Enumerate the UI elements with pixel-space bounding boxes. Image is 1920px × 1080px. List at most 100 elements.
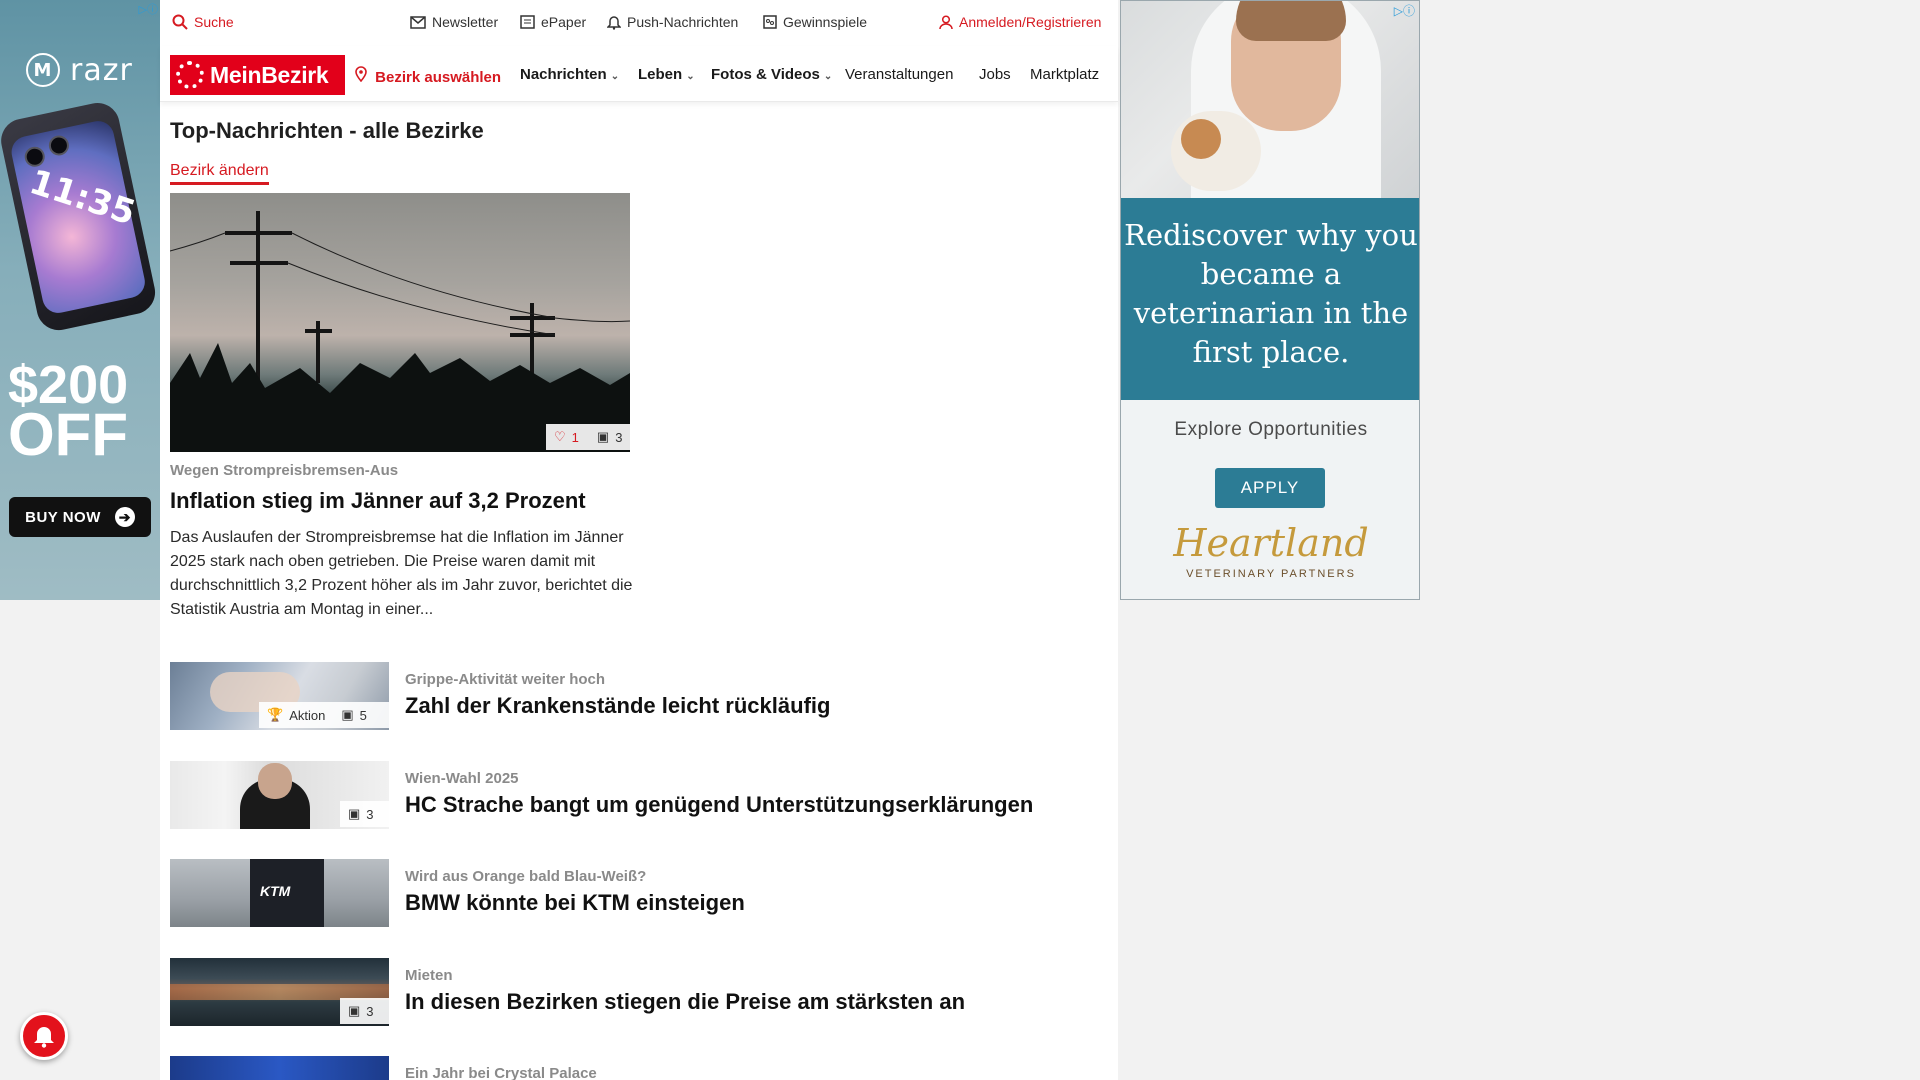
chevron-down-icon: ⌄ xyxy=(823,71,833,82)
hero-image[interactable]: ♡ 1 ▣ 3 xyxy=(170,193,630,452)
ad-brand-sub: VETERINARY PARTNERS xyxy=(1186,568,1356,580)
mail-icon xyxy=(410,15,426,29)
search-link[interactable]: Suche xyxy=(172,14,234,30)
article-kicker: Mieten xyxy=(405,967,453,984)
user-icon xyxy=(939,14,953,30)
push-label: Push-Nachrichten xyxy=(627,14,739,30)
buy-now-button[interactable]: BUY NOW ➔ xyxy=(9,497,151,537)
article-kicker: Grippe-Aktivität weiter hoch xyxy=(405,671,606,688)
top-utility-bar: Suche Newsletter ePaper Push-Nachrichten xyxy=(160,0,1118,46)
left-ad[interactable]: ▷ⓘ M razr 11:35 $200 OFF BUY NOW ➔ xyxy=(0,0,160,600)
trophy-icon: 🏆 xyxy=(267,707,284,722)
article-title[interactable]: Zahl der Krankenstände leicht rückläufig xyxy=(405,693,830,719)
gewinnspiele-label: Gewinnspiele xyxy=(783,14,868,30)
hero-photo-count: 3 xyxy=(615,429,623,445)
newsletter-label: Newsletter xyxy=(432,14,499,30)
list-item[interactable]: Ein Jahr bei Crystal Palace xyxy=(170,1056,1110,1080)
nav-fotos-videos-label: Fotos & Videos xyxy=(711,66,820,83)
buy-now-label: BUY NOW xyxy=(25,508,101,526)
logo-sun-icon xyxy=(176,61,204,89)
push-link[interactable]: Push-Nachrichten xyxy=(607,14,738,30)
ad-photo xyxy=(1121,1,1419,198)
article-badge-label: Aktion xyxy=(289,707,326,723)
gallery-icon: ▣ xyxy=(348,806,361,821)
ad-headline: Rediscover why you became a veterinarian… xyxy=(1121,198,1419,400)
nav-jobs[interactable]: Jobs xyxy=(979,66,1011,83)
bezirk-selector[interactable]: Bezirk auswählen xyxy=(355,66,501,86)
thumb-ktm-text: KTM xyxy=(260,883,291,899)
article-thumbnail[interactable]: ▣ 3 xyxy=(170,761,389,829)
bell-icon xyxy=(33,1024,55,1048)
list-item[interactable]: KTM Wird aus Orange bald Blau-Weiß? BMW … xyxy=(170,859,1110,927)
epaper-link[interactable]: ePaper xyxy=(520,14,586,30)
article-photo-count: 3 xyxy=(366,1003,374,1019)
hero-title[interactable]: Inflation stieg im Jänner auf 3,2 Prozen… xyxy=(170,488,586,514)
adchoices-icon[interactable]: ▷ⓘ xyxy=(128,1,158,16)
login-label: Anmelden/Registrieren xyxy=(959,14,1102,30)
gallery-icon: ▣ xyxy=(341,707,354,722)
article-kicker: Wird aus Orange bald Blau-Weiß? xyxy=(405,868,647,885)
location-pin-icon xyxy=(355,66,367,82)
article-thumbnail[interactable]: KTM xyxy=(170,859,389,927)
nav-veranstaltungen[interactable]: Veranstaltungen xyxy=(845,66,953,83)
push-notification-button[interactable] xyxy=(20,1012,68,1060)
site-main: Suche Newsletter ePaper Push-Nachrichten xyxy=(160,0,1118,1080)
list-item[interactable]: ▣ 3 Mieten In diesen Bezirken stiegen di… xyxy=(170,958,1110,1026)
hero-badges: ♡ 1 ▣ 3 xyxy=(546,424,630,450)
article-badges: ▣ 3 xyxy=(340,998,389,1024)
gallery-icon: ▣ xyxy=(596,429,610,444)
nav-fotos-videos[interactable]: Fotos & Videos ⌄ xyxy=(711,66,832,83)
gewinnspiele-link[interactable]: Gewinnspiele xyxy=(763,14,867,30)
article-photo-count: 3 xyxy=(366,806,374,822)
search-label: Suche xyxy=(194,14,234,30)
list-item[interactable]: 🏆 Aktion ▣ 5 Grippe-Aktivität weiter hoc… xyxy=(170,662,1110,730)
hero-kicker: Wegen Strompreisbremsen-Aus xyxy=(170,462,399,479)
ad-brand-logo: Heartland xyxy=(1173,521,1369,565)
change-bezirk-link[interactable]: Bezirk ändern xyxy=(170,162,269,185)
nav-marktplatz[interactable]: Marktplatz xyxy=(1030,66,1115,83)
article-thumbnail[interactable] xyxy=(170,1056,389,1080)
article-kicker: Wien-Wahl 2025 xyxy=(405,770,519,787)
right-ad[interactable]: ▷ⓘ Rediscover why you became a veterinar… xyxy=(1120,0,1420,600)
adchoices-icon[interactable]: ▷ⓘ xyxy=(1394,2,1415,19)
nav-nachrichten[interactable]: Nachrichten ⌄ xyxy=(520,66,619,83)
ad-price-off: OFF xyxy=(8,401,128,468)
newsletter-link[interactable]: Newsletter xyxy=(410,14,498,30)
main-navigation: MeinBezirk Bezirk auswählen Nachrichten ⌄… xyxy=(160,46,1118,102)
ad-brand-name: razr xyxy=(70,52,133,88)
bell-icon xyxy=(607,15,621,30)
chevron-down-icon: ⌄ xyxy=(686,71,695,82)
login-link[interactable]: Anmelden/Registrieren xyxy=(939,14,1101,30)
article-title[interactable]: In diesen Bezirken stiegen die Preise am… xyxy=(405,989,965,1015)
heart-icon: ♡ xyxy=(554,429,566,444)
article-thumbnail[interactable]: ▣ 3 xyxy=(170,958,389,1026)
chevron-down-icon: ⌄ xyxy=(610,71,620,82)
list-item[interactable]: ▣ 3 Wien-Wahl 2025 HC Strache bangt um g… xyxy=(170,761,1110,829)
phone-image: 11:35 xyxy=(0,95,160,336)
article-badges: 🏆 Aktion ▣ 5 xyxy=(259,702,389,728)
article-photo-count: 5 xyxy=(359,707,367,723)
search-icon xyxy=(172,14,188,30)
logo-text: MeinBezirk xyxy=(210,61,329,88)
article-badges: ▣ 3 xyxy=(340,801,389,827)
article-title[interactable]: BMW könnte bei KTM einsteigen xyxy=(405,890,745,916)
ad-price: $200 OFF xyxy=(8,358,153,468)
site-logo[interactable]: MeinBezirk xyxy=(170,55,345,95)
hero-teaser: Das Auslaufen der Strompreisbremse hat d… xyxy=(170,529,633,618)
newspaper-icon xyxy=(520,15,535,29)
article-thumbnail[interactable]: 🏆 Aktion ▣ 5 xyxy=(170,662,389,730)
apply-button[interactable]: APPLY xyxy=(1215,468,1325,508)
nav-leben-label: Leben xyxy=(638,66,683,83)
gift-icon xyxy=(763,15,777,29)
nav-nachrichten-label: Nachrichten xyxy=(520,66,607,83)
nav-leben[interactable]: Leben ⌄ xyxy=(638,66,695,83)
article-kicker: Ein Jahr bei Crystal Palace xyxy=(405,1065,597,1080)
motorola-logo-icon: M xyxy=(26,53,60,87)
bezirk-selector-label: Bezirk auswählen xyxy=(375,69,502,86)
hero-likes: 1 xyxy=(571,429,579,445)
article-title[interactable]: HC Strache bangt um genügend Unterstützu… xyxy=(405,792,1033,818)
arrow-right-icon: ➔ xyxy=(114,507,135,527)
ad-explore-text: Explore Opportunities xyxy=(1174,419,1368,440)
gallery-icon: ▣ xyxy=(348,1003,361,1018)
ad-brand: M razr xyxy=(26,50,136,90)
